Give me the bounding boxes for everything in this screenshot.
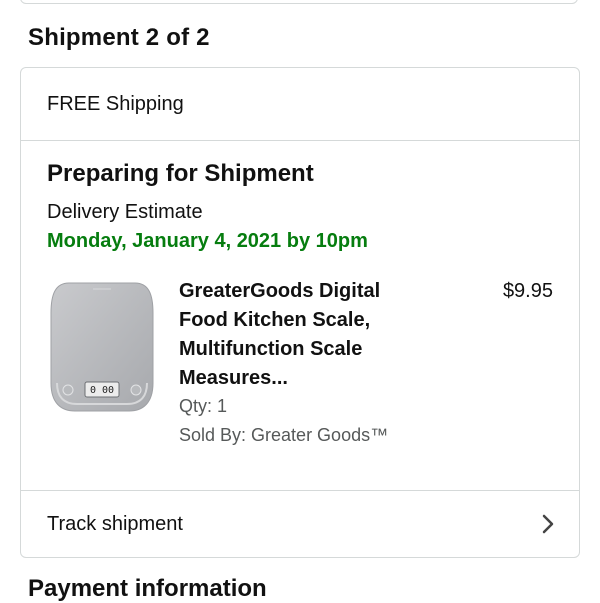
track-shipment-button[interactable]: Track shipment bbox=[21, 491, 579, 557]
product-price: $9.95 bbox=[502, 280, 553, 302]
chevron-right-icon bbox=[537, 513, 559, 535]
delivery-estimate-date: Monday, January 4, 2021 by 10pm bbox=[47, 230, 368, 252]
kitchen-scale-image[interactable]: 0 00 bbox=[49, 279, 155, 413]
product-title-link[interactable]: GreaterGoods Digital Food Kitchen Scale,… bbox=[179, 277, 429, 393]
delivery-estimate-label: Delivery Estimate bbox=[47, 201, 203, 223]
scale-display-reading: 0 00 bbox=[90, 385, 114, 396]
previous-card-edge bbox=[20, 0, 578, 4]
shipping-label: FREE Shipping bbox=[47, 92, 184, 115]
shipment-status: Preparing for Shipment bbox=[47, 160, 314, 187]
payment-section-title: Payment information bbox=[28, 575, 267, 602]
shipment-section-title: Shipment 2 of 2 bbox=[28, 24, 210, 51]
shipment-details: Preparing for Shipment Delivery Estimate… bbox=[21, 141, 579, 491]
track-shipment-label: Track shipment bbox=[47, 512, 183, 535]
shipping-type-row: FREE Shipping bbox=[21, 68, 579, 141]
product-seller: Sold By: Greater Goods™ bbox=[179, 425, 389, 445]
product-quantity: Qty: 1 bbox=[179, 396, 228, 416]
shipment-card: FREE Shipping Preparing for Shipment Del… bbox=[20, 67, 580, 558]
